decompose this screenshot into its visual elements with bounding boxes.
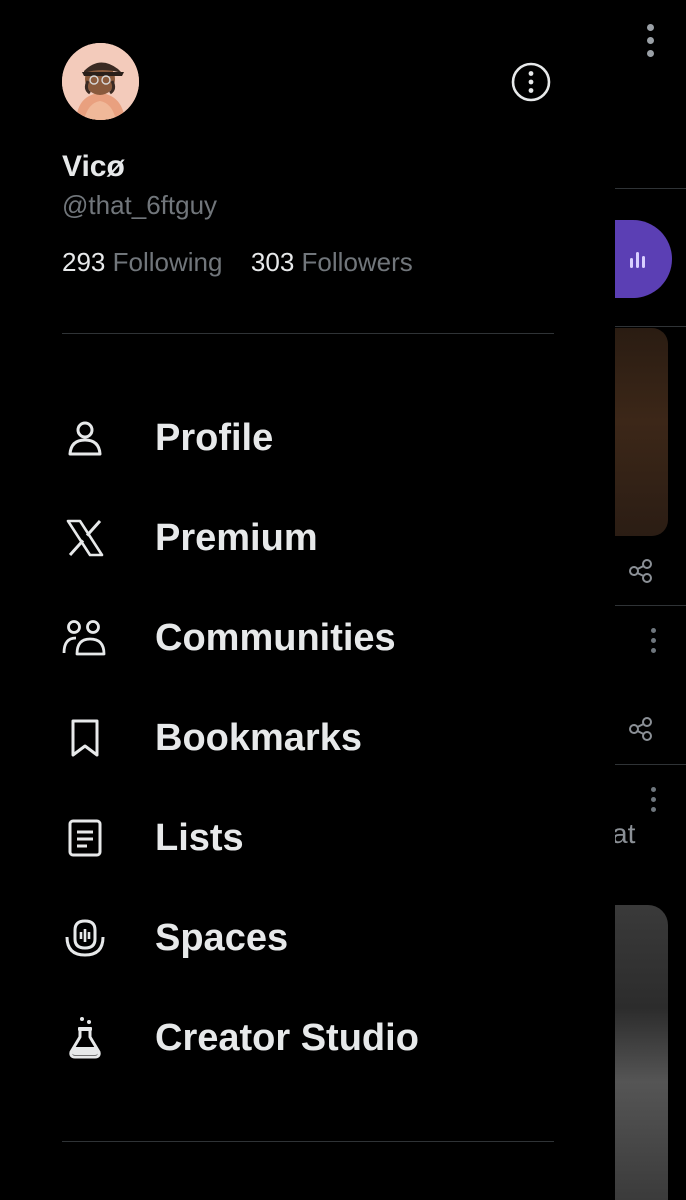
communities-icon	[62, 615, 108, 661]
menu-item-label: Premium	[155, 516, 318, 559]
menu-item-label: Profile	[155, 416, 274, 459]
menu-item-profile[interactable]: Profile	[0, 388, 615, 488]
avatar-illustration	[62, 43, 139, 120]
post-more-icon[interactable]	[648, 628, 658, 658]
menu-item-lists[interactable]: Lists	[0, 788, 615, 888]
menu-item-label: Spaces	[155, 916, 289, 959]
post-more-icon[interactable]	[648, 787, 658, 817]
menu-item-premium[interactable]: Premium	[0, 488, 615, 588]
flask-icon	[62, 1015, 108, 1061]
more-options-icon[interactable]	[510, 61, 552, 103]
audio-bars-icon	[630, 250, 652, 268]
following-link[interactable]: 293 Following	[62, 247, 230, 277]
menu-item-label: Lists	[155, 816, 244, 859]
navigation-drawer: Vicø @that_6ftguy 293 Following 303 Foll…	[0, 0, 615, 1200]
menu-item-label: Bookmarks	[155, 716, 362, 759]
menu-item-spaces[interactable]: Spaces	[0, 888, 615, 988]
list-icon	[62, 815, 108, 861]
user-handle: @that_6ftguy	[62, 190, 218, 220]
follow-stats: 293 Following 303 Followers	[62, 247, 413, 278]
post-text-snippet: at	[612, 818, 636, 849]
share-icon[interactable]	[627, 715, 655, 743]
menu-item-creator-studio[interactable]: Creator Studio	[0, 988, 615, 1088]
drawer-menu: Profile Premium Communities Bookmarks Li…	[0, 388, 615, 1088]
spaces-mic-icon	[62, 915, 108, 961]
more-options-icon[interactable]	[638, 24, 662, 64]
menu-item-bookmarks[interactable]: Bookmarks	[0, 688, 615, 788]
followers-link[interactable]: 303 Followers	[244, 247, 413, 277]
display-name[interactable]: Vicø	[62, 150, 125, 184]
menu-item-label: Communities	[155, 616, 396, 659]
x-logo-icon	[62, 515, 108, 561]
avatar[interactable]	[62, 43, 139, 120]
menu-item-communities[interactable]: Communities	[0, 588, 615, 688]
share-icon[interactable]	[627, 557, 655, 585]
followers-label: Followers	[301, 247, 413, 277]
followers-count: 303	[250, 247, 295, 277]
bookmark-icon	[62, 715, 108, 761]
person-icon	[62, 415, 108, 461]
divider	[62, 333, 554, 334]
following-count: 293	[62, 247, 106, 277]
divider	[62, 1141, 554, 1142]
following-label: Following	[112, 247, 223, 277]
menu-item-label: Creator Studio	[155, 1016, 419, 1059]
